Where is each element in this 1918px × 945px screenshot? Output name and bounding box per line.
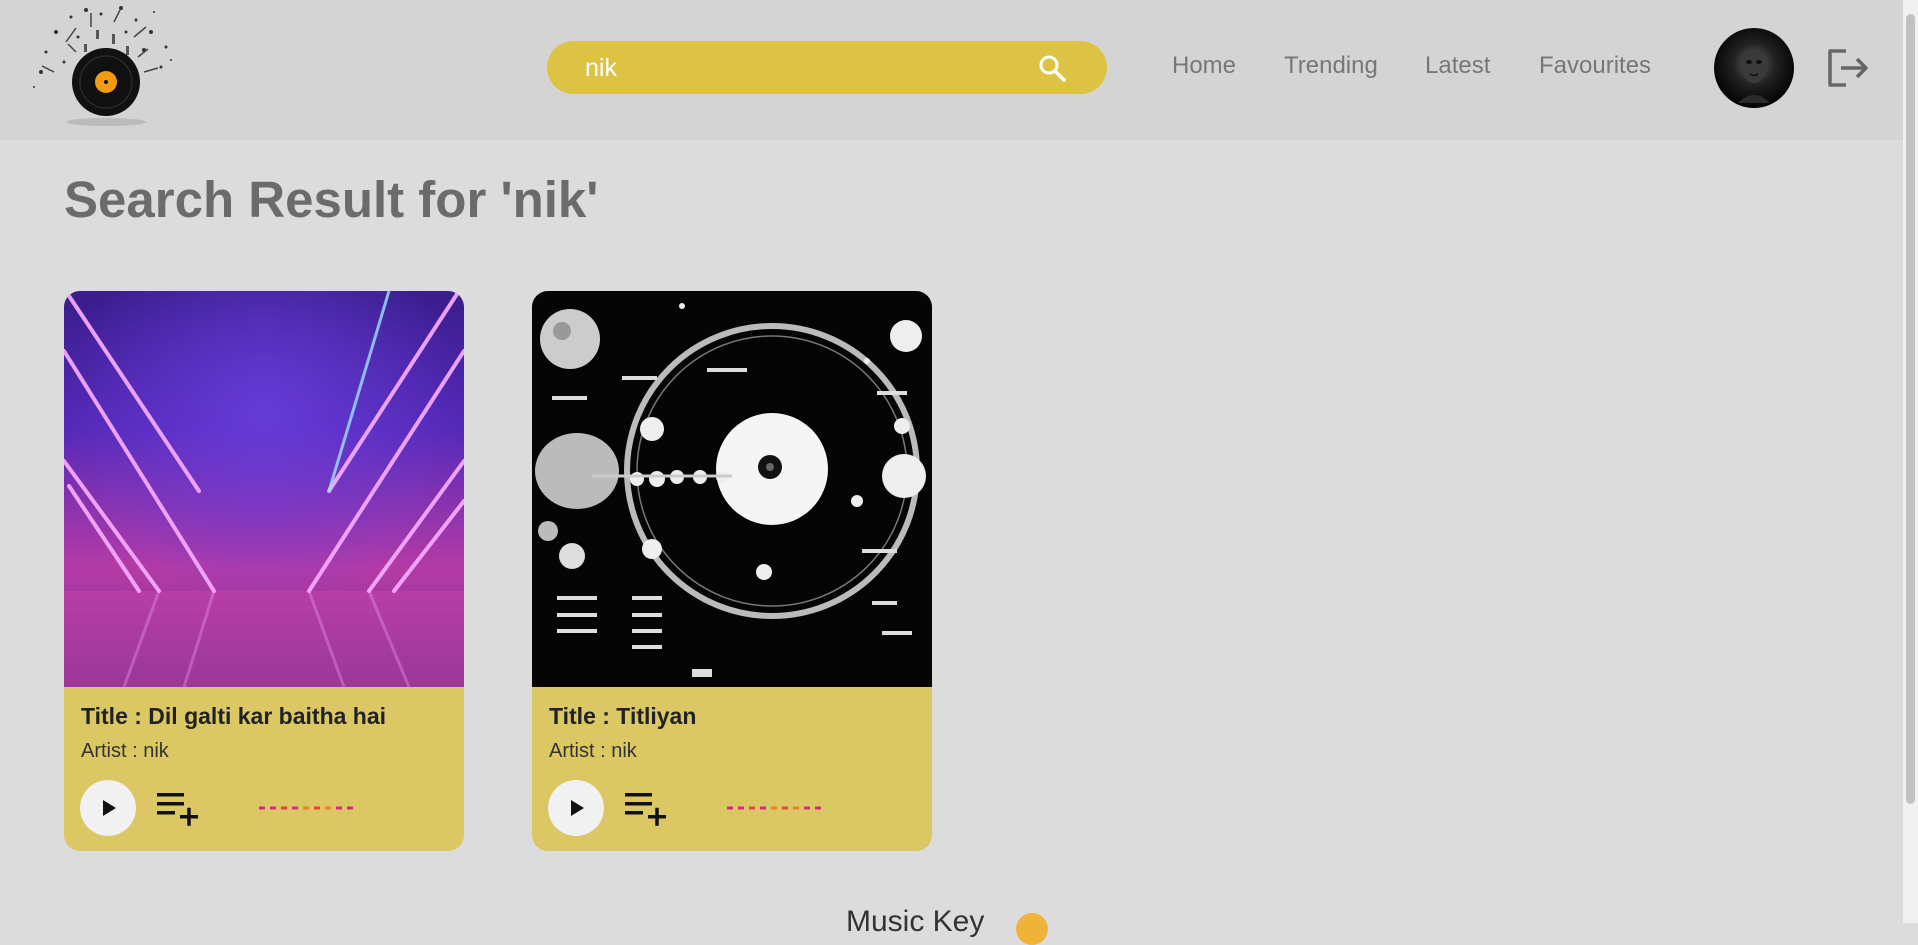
search-input[interactable] [583,41,1027,96]
app-header: Home Trending Latest Favourites [0,0,1903,140]
neon-stage-art [64,291,464,687]
playlist-add-icon[interactable] [625,788,667,828]
smile-emoji-icon [1016,913,1048,945]
song-card[interactable]: Title : Dil galti kar baitha hai Artist … [64,291,464,851]
waveform-icon [259,806,353,810]
footer-text: Music Key [846,905,985,938]
playlist-add-icon[interactable] [157,788,199,828]
page-title: Search Result for 'nik' [64,171,599,228]
scrollbar-thumb[interactable] [1906,14,1915,804]
song-title: Title : Titliyan [549,703,697,729]
user-avatar[interactable] [1714,28,1794,108]
song-title: Title : Dil galti kar baitha hai [81,703,387,729]
waveform-icon [727,806,821,810]
nav-home-link[interactable]: Home [1172,52,1236,84]
nav-favourites-link[interactable]: Favourites [1539,52,1651,84]
search-icon[interactable] [1037,53,1067,83]
search-bar [547,41,1107,96]
play-icon [571,800,584,816]
song-card[interactable]: Title : Titliyan Artist : nik [532,291,932,851]
avatar-portrait-icon [1738,49,1770,103]
song-artist: Artist : nik [81,740,169,762]
play-icon [103,800,116,816]
nav-latest-link[interactable]: Latest [1425,52,1490,84]
song-artist: Artist : nik [549,740,637,762]
logout-icon[interactable] [1826,48,1872,88]
play-button[interactable] [548,780,604,836]
play-button[interactable] [80,780,136,836]
nav-trending-link[interactable]: Trending [1284,52,1378,84]
vinyl-logo-icon[interactable] [26,2,186,127]
space-diagram-art [532,291,932,687]
